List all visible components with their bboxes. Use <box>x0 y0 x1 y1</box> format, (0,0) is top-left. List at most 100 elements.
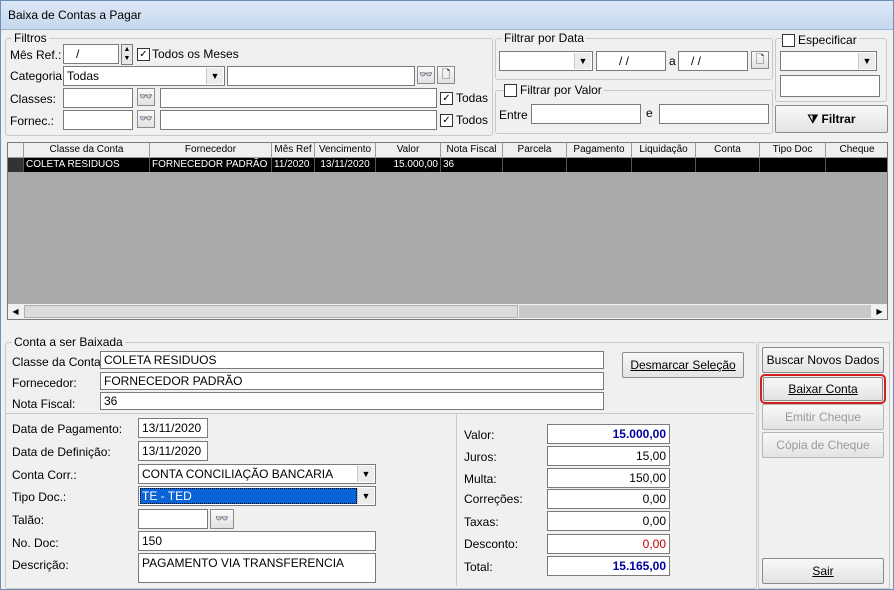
chevron-down-icon[interactable]: ▼ <box>574 53 591 69</box>
data-type-select[interactable]: ▼ <box>499 51 593 71</box>
date-to-input[interactable]: / / <box>678 51 748 71</box>
valor-max-input[interactable] <box>659 104 769 124</box>
column-header[interactable]: Liquidação <box>632 143 696 158</box>
scroll-right-icon[interactable]: ▶ <box>872 304 887 319</box>
binoculars-icon[interactable]: 👓 <box>417 66 435 84</box>
multa-field[interactable]: 150,00 <box>547 468 670 488</box>
conta-corr-select[interactable]: CONTA CONCILIAÇÃO BANCARIA ▼ <box>138 464 376 484</box>
especificar-input[interactable] <box>780 75 880 97</box>
fornec-todos-checkbox[interactable]: ✓ <box>440 114 453 127</box>
column-header[interactable]: Conta <box>696 143 760 158</box>
filtros-legend: Filtros <box>12 31 49 45</box>
column-header[interactable]: Parcela <box>503 143 567 158</box>
taxas-field[interactable]: 0,00 <box>547 511 670 531</box>
classes-name-input[interactable] <box>160 88 437 108</box>
grid-cell <box>696 158 760 172</box>
copia-cheque-button[interactable]: Cópia de Cheque <box>762 432 884 458</box>
window-title: Baixa de Contas a Pagar <box>8 8 142 22</box>
categoria-text[interactable] <box>227 66 415 86</box>
tipo-doc-label: Tipo Doc.: <box>12 490 67 504</box>
binoculars-icon[interactable]: 👓 <box>210 509 234 529</box>
scroll-track[interactable] <box>519 305 871 318</box>
title-bar: Baixa de Contas a Pagar <box>1 1 893 30</box>
scroll-left-icon[interactable]: ◀ <box>8 304 23 319</box>
classes-todas-checkbox[interactable]: ✓ <box>440 92 453 105</box>
column-header[interactable]: Nota Fiscal <box>441 143 503 158</box>
section-divider <box>6 413 754 414</box>
grid-cell: 13/11/2020 <box>315 158 376 172</box>
fornecedor-label: Fornecedor: <box>12 376 77 390</box>
especificar-select[interactable]: ▼ <box>780 51 877 71</box>
document-icon[interactable]: 🗋 <box>437 66 455 84</box>
fornec-code-input[interactable] <box>63 110 133 130</box>
chevron-down-icon[interactable]: ▼ <box>858 53 875 69</box>
valor-min-input[interactable] <box>531 104 641 124</box>
chevron-down-icon[interactable]: ▼ <box>206 68 223 84</box>
filtrar-button[interactable]: ⧩ Filtrar <box>775 105 888 133</box>
no-doc-input[interactable]: 150 <box>138 531 376 551</box>
row-indicator <box>8 158 24 172</box>
data-pagamento-input[interactable]: 13/11/2020 <box>138 418 208 438</box>
fornec-todos-label: Todos <box>456 113 489 127</box>
todos-meses-checkbox[interactable]: ✓ <box>137 48 150 61</box>
column-header[interactable]: Tipo Doc <box>760 143 826 158</box>
mes-ref-input[interactable]: / <box>63 44 119 64</box>
document-icon[interactable]: 🗋 <box>751 51 769 69</box>
binoculars-icon[interactable]: 👓 <box>137 110 155 128</box>
column-header[interactable]: Pagamento <box>567 143 632 158</box>
scroll-thumb[interactable] <box>24 305 518 318</box>
categoria-value: Todas <box>67 69 100 83</box>
baixar-conta-button[interactable]: Baixar Conta <box>760 374 886 404</box>
valor-label: Valor: <box>464 428 495 442</box>
correcoes-field[interactable]: 0,00 <box>547 489 670 509</box>
column-header[interactable]: Classe da Conta <box>24 143 150 158</box>
binoculars-icon[interactable]: 👓 <box>137 88 155 106</box>
descricao-input[interactable]: PAGAMENTO VIA TRANSFERENCIA <box>138 553 376 583</box>
grid-cell: 11/2020 <box>272 158 315 172</box>
column-header[interactable]: Mês Ref <box>272 143 315 158</box>
desmarcar-selecao-button[interactable]: Desmarcar Seleção <box>622 352 744 378</box>
fornec-name-input[interactable] <box>160 110 437 130</box>
emitir-cheque-button[interactable]: Emitir Cheque <box>762 404 884 430</box>
column-header[interactable]: Cheque <box>826 143 887 158</box>
filtrar-button-label: Filtrar <box>821 112 856 126</box>
especificar-checkbox[interactable] <box>782 34 795 47</box>
grid-cell <box>503 158 567 172</box>
juros-label: Juros: <box>464 450 497 464</box>
column-header[interactable]: Fornecedor <box>150 143 272 158</box>
mes-ref-label: Mês Ref.: <box>10 48 62 62</box>
conta-corr-value: CONTA CONCILIAÇÃO BANCARIA <box>142 467 334 481</box>
column-header[interactable]: Valor <box>376 143 441 158</box>
categoria-select[interactable]: Todas ▼ <box>63 66 225 86</box>
chevron-down-icon[interactable]: ▼ <box>357 466 374 482</box>
tipo-doc-value: TE - TED <box>142 489 192 503</box>
sair-button[interactable]: Sair <box>762 558 884 584</box>
chevron-down-icon[interactable]: ▼ <box>357 488 374 504</box>
column-header[interactable]: Vencimento <box>315 143 376 158</box>
horizontal-scrollbar[interactable]: ◀ ▶ <box>8 304 887 319</box>
taxas-label: Taxas: <box>464 515 499 529</box>
valor-field[interactable]: 15.000,00 <box>547 424 670 444</box>
entre-label: Entre <box>499 108 528 122</box>
mes-ref-spinner[interactable]: ▲ ▼ <box>121 44 133 65</box>
grid-cell <box>760 158 826 172</box>
desconto-field[interactable]: 0,00 <box>547 534 670 554</box>
date-from-input[interactable]: / / <box>596 51 666 71</box>
total-label: Total: <box>464 560 493 574</box>
filtrar-valor-checkbox[interactable] <box>504 84 517 97</box>
juros-field[interactable]: 15,00 <box>547 446 670 466</box>
talao-label: Talão: <box>12 513 45 527</box>
data-definicao-input[interactable]: 13/11/2020 <box>138 441 208 461</box>
buscar-novos-dados-button[interactable]: Buscar Novos Dados <box>762 347 884 373</box>
contas-grid[interactable]: Classe da Conta Fornecedor Mês Ref Venci… <box>7 142 888 320</box>
nota-fiscal-label: Nota Fiscal: <box>12 397 76 411</box>
no-doc-label: No. Doc: <box>12 536 59 550</box>
todos-meses-label: Todos os Meses <box>152 47 239 61</box>
classes-code-input[interactable] <box>63 88 133 108</box>
tipo-doc-select[interactable]: TE - TED ▼ <box>138 486 376 506</box>
section-divider-vertical <box>456 414 457 586</box>
filtrar-valor-legend: Filtrar por Valor <box>518 83 604 97</box>
talao-input[interactable] <box>138 509 208 529</box>
fornecedor-field: FORNECEDOR PADRÃO <box>100 372 604 390</box>
especificar-label: Especificar <box>796 33 859 47</box>
